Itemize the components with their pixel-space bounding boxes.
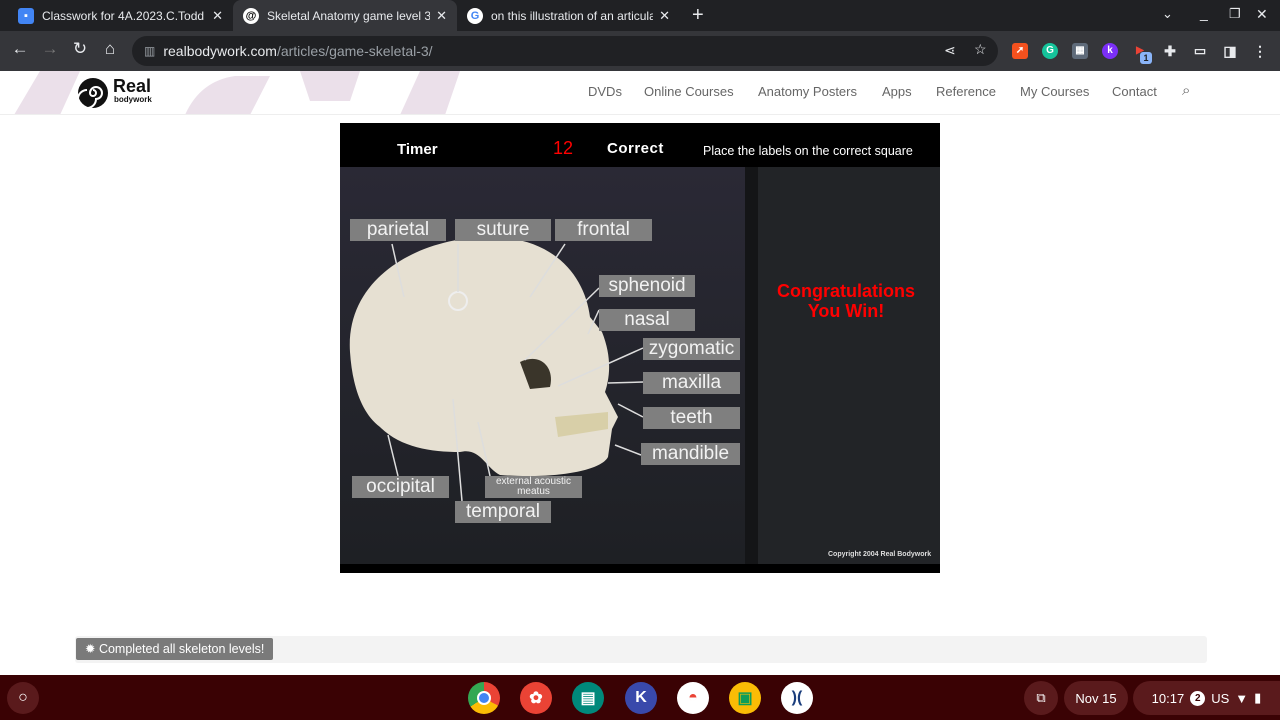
reload-icon[interactable]: ↻ [68, 39, 92, 59]
input-locale: US [1211, 690, 1230, 706]
side-panel-icon[interactable]: ◨ [1222, 43, 1238, 59]
win-line-2: You Win! [807, 301, 885, 321]
gear-icon: ✹ [85, 642, 99, 656]
nav-contact[interactable]: Contact [1112, 84, 1157, 99]
close-tab-icon[interactable]: ✕ [436, 8, 447, 24]
notification-count: 2 [1190, 690, 1206, 706]
launcher-button[interactable]: ○ [7, 682, 39, 714]
tab-classroom[interactable]: ▪ Classwork for 4A.2023.C.Todd A ✕ [8, 0, 233, 31]
label-external-acoustic-meatus[interactable]: external acoustic meatus [485, 476, 582, 498]
tab-google[interactable]: Gon this illustration of an articula ✕ [457, 0, 680, 31]
search-icon[interactable]: ⌕ [1182, 82, 1190, 99]
canvas-app-icon[interactable]: ✿ [520, 682, 552, 714]
label-temporal[interactable]: temporal [455, 501, 551, 523]
label-frontal[interactable]: frontal [555, 219, 652, 241]
nav-reference[interactable]: Reference [936, 84, 996, 99]
timer-label: Timer [397, 141, 438, 158]
tab-title: on this illustration of an articula [491, 8, 654, 23]
label-mandible[interactable]: mandible [641, 443, 740, 465]
close-window-button[interactable]: ✕ [1256, 6, 1268, 23]
minimize-button[interactable]: _ [1200, 5, 1208, 21]
close-tab-icon[interactable]: ✕ [212, 8, 223, 24]
clock: 10:17 [1151, 690, 1185, 706]
new-tab-button[interactable]: + [692, 4, 704, 27]
kami-extension-icon[interactable]: k [1102, 43, 1118, 59]
address-bar[interactable]: ▥ realbodywork.com/articles/game-skeletal… [132, 36, 998, 66]
date-tray[interactable]: Nov 15 [1064, 681, 1128, 715]
logo-spiral-icon [77, 78, 108, 109]
chrome-web-store-icon[interactable]: ◓ [677, 682, 709, 714]
achievement-text: Completed all skeleton levels! [98, 642, 265, 656]
share-icon[interactable]: ⋖ [944, 42, 956, 59]
url-path: /articles/game-skeletal-3/ [276, 43, 433, 59]
label-zygomatic[interactable]: zygomatic [643, 338, 740, 360]
url-domain: realbodywork.com [163, 43, 277, 59]
status-tray[interactable]: 10:17 2 US ▼ ▮ [1133, 681, 1280, 715]
logo-text: Real [113, 76, 152, 96]
wifi-icon: ▼ [1235, 690, 1249, 706]
nav-my-courses[interactable]: My Courses [1020, 84, 1089, 99]
timer-value: 12 [553, 138, 574, 158]
instruction-text: Place the labels on the correct square [703, 144, 913, 158]
copyright-text: Copyright 2004 Real Bodywork [828, 551, 932, 558]
close-tab-icon[interactable]: ✕ [659, 8, 670, 24]
nav-anatomy-posters[interactable]: Anatomy Posters [758, 84, 857, 99]
logo-subtext: bodywork [114, 95, 152, 104]
nav-apps[interactable]: Apps [882, 84, 912, 99]
label-teeth[interactable]: teeth [643, 407, 740, 429]
tab-title: Skeletal Anatomy game level 3 - [267, 8, 431, 23]
nav-dvds[interactable]: DVDs [588, 84, 622, 99]
tab-skeletal-game[interactable]: @ Skeletal Anatomy game level 3 - ✕ [233, 0, 457, 31]
kami-app-icon[interactable]: K [625, 682, 657, 714]
google-classroom-icon: ▪ [18, 7, 34, 24]
forward-icon[interactable]: → [38, 39, 62, 59]
holding-space-icon[interactable]: ⧉ [1024, 681, 1058, 715]
google-classroom-app-icon[interactable]: ▣ [729, 682, 761, 714]
game-header: Timer 12 Correct Place the labels on the… [340, 123, 940, 167]
google-icon: G [467, 7, 483, 24]
battery-icon: ▮ [1254, 690, 1262, 705]
home-icon[interactable]: ⌂ [98, 39, 122, 59]
win-line-1: Congratulations [777, 281, 915, 301]
extension-badge: 1 [1140, 52, 1152, 64]
grammarly-extension-icon[interactable]: G [1042, 43, 1058, 59]
label-sphenoid[interactable]: sphenoid [599, 275, 695, 297]
realbodywork-icon: @ [243, 7, 259, 24]
site-info-icon[interactable]: ▥ [144, 44, 155, 58]
menu-kebab-icon[interactable]: ⋮ [1252, 43, 1268, 59]
correct-label: Correct [607, 140, 664, 157]
tab-strip: ▪ Classwork for 4A.2023.C.Todd A ✕ @ Skelet… [0, 0, 1280, 31]
tab-search-icon[interactable]: ⌄ [1162, 6, 1173, 22]
achievement-badge: ✹ Completed all skeleton levels! [76, 638, 274, 660]
back-icon[interactable]: ← [8, 39, 32, 59]
game-footer-bar [340, 564, 940, 573]
label-occipital[interactable]: occipital [352, 476, 449, 498]
cast-icon[interactable]: ▭ [1192, 43, 1208, 59]
chrome-app-icon[interactable] [468, 682, 500, 714]
extensions-puzzle-icon[interactable]: ✚ [1162, 43, 1178, 59]
screencast-app-icon[interactable]: )( [781, 682, 813, 714]
panel-divider [745, 167, 758, 564]
label-parietal[interactable]: parietal [350, 219, 446, 241]
skeletal-game[interactable]: Timer 12 Correct Place the labels on the… [340, 123, 940, 573]
label-maxilla[interactable]: maxilla [643, 372, 740, 394]
win-message: Congratulations You Win! [760, 281, 932, 321]
classroom-app-icon[interactable]: ▤ [572, 682, 604, 714]
calculator-extension-icon[interactable]: ▦ [1072, 43, 1088, 59]
tab-title: Classwork for 4A.2023.C.Todd A [42, 8, 207, 23]
restore-button[interactable]: ❐ [1229, 6, 1241, 22]
bookmark-star-icon[interactable]: ☆ [974, 41, 987, 58]
label-nasal[interactable]: nasal [599, 309, 695, 331]
result-panel [758, 167, 940, 564]
label-suture[interactable]: suture [455, 219, 551, 241]
nav-online-courses[interactable]: Online Courses [644, 84, 734, 99]
rocket-extension-icon[interactable]: ➚ [1012, 43, 1028, 59]
